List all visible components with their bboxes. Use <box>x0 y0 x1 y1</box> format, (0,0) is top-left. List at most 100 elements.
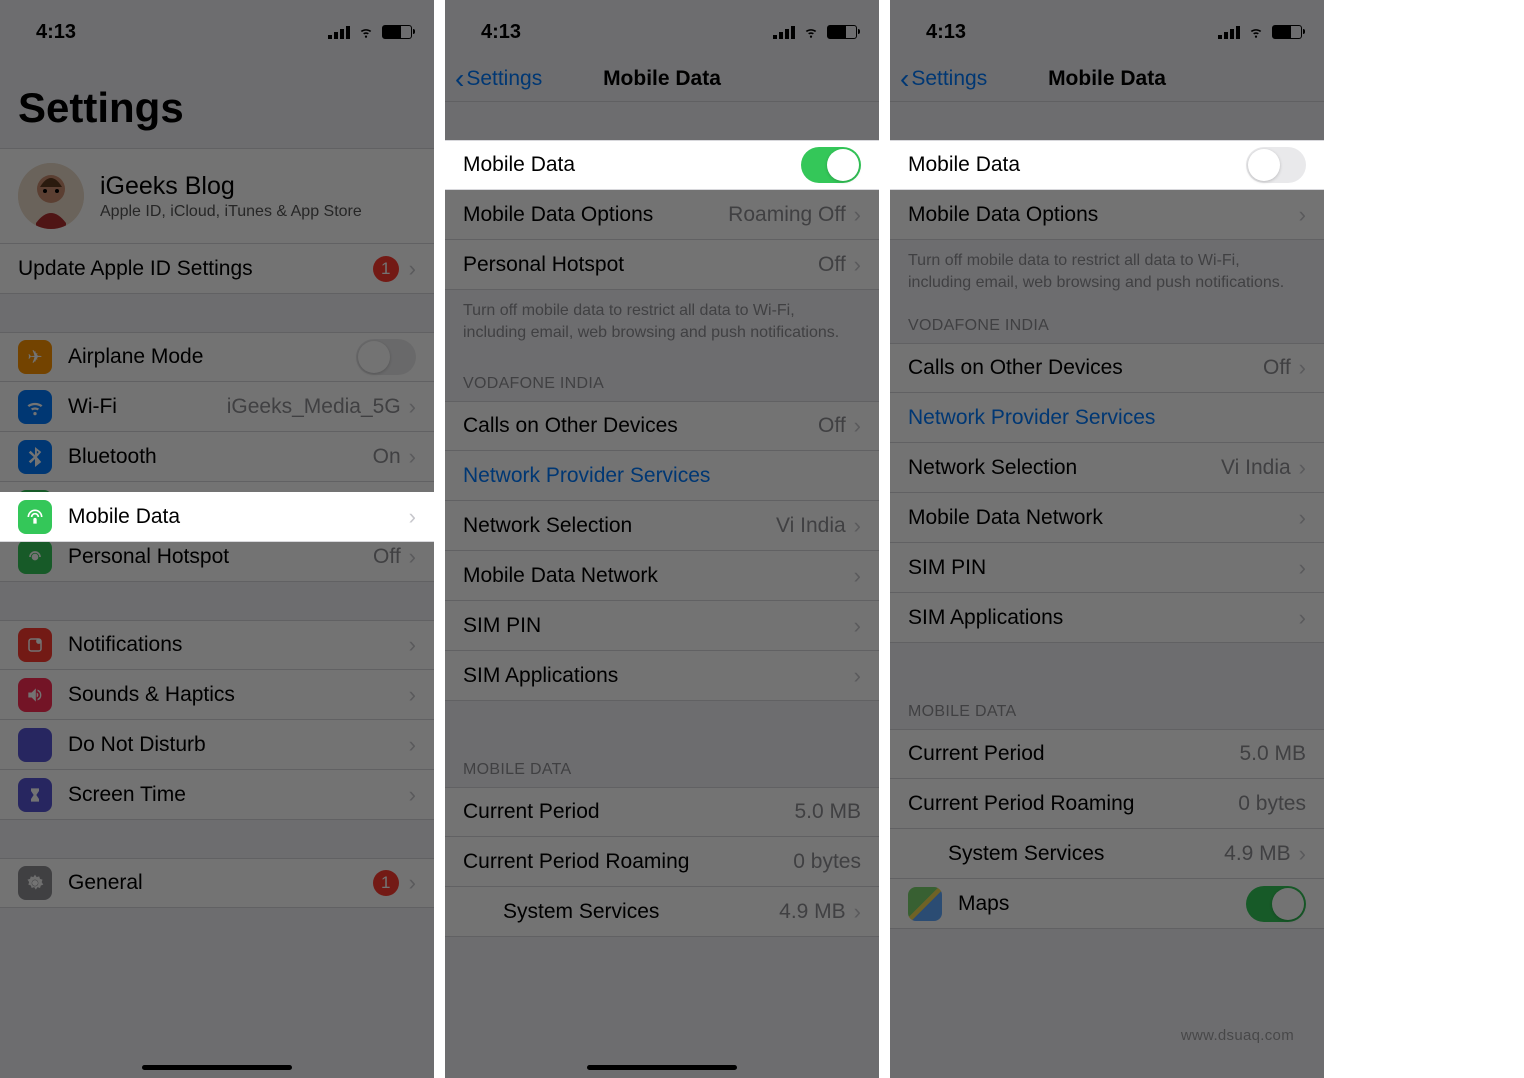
profile-sub: Apple ID, iCloud, iTunes & App Store <box>100 203 362 221</box>
badge-icon: 1 <box>373 256 399 282</box>
chevron-icon: › <box>854 513 861 539</box>
chevron-icon: › <box>409 394 416 420</box>
wifi-icon <box>801 25 821 39</box>
status-bar: 4:13 <box>890 0 1324 56</box>
network-selection-row[interactable]: Network Selection Vi India › <box>445 501 879 551</box>
chevron-icon: › <box>409 504 416 530</box>
sim-pin-row[interactable]: SIM PIN › <box>445 601 879 651</box>
apple-id-row[interactable]: iGeeks Blog Apple ID, iCloud, iTunes & A… <box>0 148 434 244</box>
watermark: www.dsuaq.com <box>1181 1027 1294 1044</box>
battery-icon <box>382 25 412 39</box>
screen-settings-root: 4:13 Settings iGeeks Blog Apple ID, iClo… <box>0 0 434 1078</box>
chevron-icon: › <box>1299 455 1306 481</box>
sim-applications-row[interactable]: SIM Applications › <box>890 593 1324 643</box>
current-period-roaming-row: Current Period Roaming 0 bytes <box>445 837 879 887</box>
status-icons <box>328 25 412 39</box>
wifi-icon <box>356 25 376 39</box>
navigation-bar: ‹ Settings Mobile Data <box>890 56 1324 102</box>
status-icons <box>773 25 857 39</box>
chevron-icon: › <box>409 870 416 896</box>
dnd-row[interactable]: Do Not Disturb › <box>0 720 434 770</box>
chevron-icon: › <box>409 256 416 282</box>
mobile-data-network-row[interactable]: Mobile Data Network › <box>890 493 1324 543</box>
chevron-icon: › <box>409 544 416 570</box>
cellular-icon <box>18 500 52 534</box>
profile-name: iGeeks Blog <box>100 172 362 201</box>
screen-mobile-data-on: 4:13 ‹ Settings Mobile Data Mobile Data … <box>445 0 879 1078</box>
status-time: 4:13 <box>926 21 966 44</box>
status-bar: 4:13 <box>0 0 434 56</box>
section-header-carrier: VODAFONE INDIA <box>445 349 879 401</box>
chevron-icon: › <box>1299 605 1306 631</box>
current-period-roaming-row: Current Period Roaming 0 bytes <box>890 779 1324 829</box>
calls-other-devices-row[interactable]: Calls on Other Devices Off › <box>445 401 879 451</box>
bluetooth-row[interactable]: Bluetooth On › <box>0 432 434 482</box>
screen-time-row[interactable]: Screen Time › <box>0 770 434 820</box>
status-time: 4:13 <box>481 21 521 44</box>
mobile-data-options-row[interactable]: Mobile Data Options › <box>890 190 1324 240</box>
sounds-row[interactable]: Sounds & Haptics › <box>0 670 434 720</box>
mobile-data-toggle[interactable] <box>801 147 861 183</box>
avatar <box>18 163 84 229</box>
screen-mobile-data-off: 4:13 ‹ Settings Mobile Data Mobile Data … <box>890 0 1324 1078</box>
signal-icon <box>773 25 795 39</box>
notifications-row[interactable]: Notifications › <box>0 620 434 670</box>
general-row[interactable]: General 1 › <box>0 858 434 908</box>
chevron-icon: › <box>854 663 861 689</box>
mobile-data-options-row[interactable]: Mobile Data Options Roaming Off › <box>445 190 879 240</box>
mobile-data-toggle[interactable] <box>1246 147 1306 183</box>
maps-icon <box>908 887 942 921</box>
network-provider-services-row[interactable]: Network Provider Services <box>890 393 1324 443</box>
sim-pin-row[interactable]: SIM PIN › <box>890 543 1324 593</box>
chevron-icon: › <box>854 202 861 228</box>
section-header-mobile-data: MOBILE DATA <box>445 701 879 787</box>
system-services-row[interactable]: System Services 4.9 MB › <box>445 887 879 937</box>
chevron-icon: › <box>854 613 861 639</box>
page-title: Settings <box>0 56 434 148</box>
battery-icon <box>1272 25 1302 39</box>
sim-applications-row[interactable]: SIM Applications › <box>445 651 879 701</box>
status-bar: 4:13 <box>445 0 879 56</box>
chevron-icon: › <box>1299 355 1306 381</box>
airplane-toggle[interactable] <box>356 339 416 375</box>
mobile-data-network-row[interactable]: Mobile Data Network › <box>445 551 879 601</box>
mobile-data-toggle-row[interactable]: Mobile Data <box>890 140 1324 190</box>
wifi-row[interactable]: Wi-Fi iGeeks_Media_5G › <box>0 382 434 432</box>
update-apple-id-row[interactable]: Update Apple ID Settings 1 › <box>0 244 434 294</box>
network-provider-services-row[interactable]: Network Provider Services <box>445 451 879 501</box>
chevron-icon: › <box>1299 202 1306 228</box>
home-indicator[interactable] <box>587 1065 737 1070</box>
notifications-icon <box>18 628 52 662</box>
signal-icon <box>1218 25 1240 39</box>
calls-other-devices-row[interactable]: Calls on Other Devices Off › <box>890 343 1324 393</box>
wifi-icon <box>1246 25 1266 39</box>
chevron-icon: › <box>1299 841 1306 867</box>
hotspot-icon <box>18 540 52 574</box>
navigation-bar: ‹ Settings Mobile Data <box>445 56 879 102</box>
airplane-icon: ✈︎ <box>18 340 52 374</box>
status-icons <box>1218 25 1302 39</box>
page-title: Mobile Data <box>890 67 1324 91</box>
chevron-icon: › <box>1299 505 1306 531</box>
network-selection-row[interactable]: Network Selection Vi India › <box>890 443 1324 493</box>
chevron-icon: › <box>409 632 416 658</box>
moon-icon <box>18 728 52 762</box>
chevron-icon: › <box>854 252 861 278</box>
mobile-data-row[interactable]: Mobile Data › <box>0 492 434 542</box>
chevron-icon: › <box>409 682 416 708</box>
hourglass-icon <box>18 778 52 812</box>
personal-hotspot-row[interactable]: Personal Hotspot Off › <box>445 240 879 290</box>
current-period-row: Current Period 5.0 MB <box>445 787 879 837</box>
sounds-icon <box>18 678 52 712</box>
airplane-mode-row[interactable]: ✈︎ Airplane Mode <box>0 332 434 382</box>
badge-icon: 1 <box>373 870 399 896</box>
home-indicator[interactable] <box>142 1065 292 1070</box>
bluetooth-icon <box>18 440 52 474</box>
system-services-row[interactable]: System Services 4.9 MB › <box>890 829 1324 879</box>
maps-app-row[interactable]: Maps <box>890 879 1324 929</box>
current-period-row: Current Period 5.0 MB <box>890 729 1324 779</box>
chevron-icon: › <box>1299 555 1306 581</box>
page-title: Mobile Data <box>445 67 879 91</box>
maps-toggle[interactable] <box>1246 886 1306 922</box>
mobile-data-toggle-row[interactable]: Mobile Data <box>445 140 879 190</box>
